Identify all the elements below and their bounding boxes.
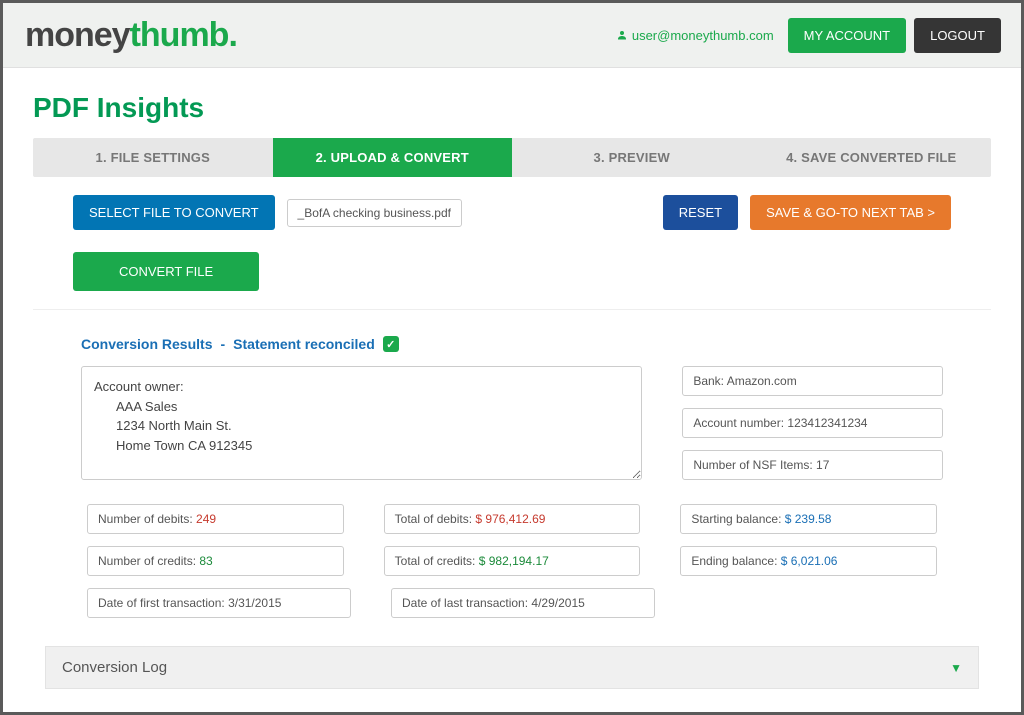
chevron-down-icon: ▼ <box>950 661 962 675</box>
save-next-button[interactable]: SAVE & GO-TO NEXT TAB > <box>750 195 951 230</box>
conversion-results: Conversion Results - Statement reconcile… <box>33 310 991 618</box>
logo-dot: . <box>228 16 236 54</box>
tab-preview[interactable]: 3. PREVIEW <box>512 138 752 177</box>
page-title: PDF Insights <box>33 92 991 124</box>
credits-n-value: 83 <box>199 554 212 568</box>
debits-n-label: Number of debits: <box>98 512 196 526</box>
credits-n-label: Number of credits: <box>98 554 199 568</box>
topbar: moneythumb. user@moneythumb.com MY ACCOU… <box>3 3 1021 68</box>
start-bal-label: Starting balance: <box>691 512 784 526</box>
conversion-log-toggle[interactable]: Conversion Log ▼ <box>45 646 979 689</box>
debits-n-value: 249 <box>196 512 216 526</box>
selected-filename: _BofA checking business.pdf <box>287 199 462 227</box>
end-bal-value: $ 6,021.06 <box>781 554 838 568</box>
num-debits-field: Number of debits: 249 <box>87 504 344 534</box>
account-number-field: Account number: 123412341234 <box>682 408 943 438</box>
tab-file-settings[interactable]: 1. FILE SETTINGS <box>33 138 273 177</box>
results-heading-right: Statement reconciled <box>233 336 375 352</box>
bank-value: Amazon.com <box>727 374 797 388</box>
owner-street: 1234 North Main St. <box>94 416 629 436</box>
nsf-value: 17 <box>816 458 829 472</box>
num-credits-field: Number of credits: 83 <box>87 546 344 576</box>
reset-button[interactable]: RESET <box>663 195 738 230</box>
reconciled-check-icon: ✓ <box>383 336 399 352</box>
last-tx-value: 4/29/2015 <box>531 596 584 610</box>
debits-t-value: $ 976,412.69 <box>475 512 545 526</box>
ending-balance-field: Ending balance: $ 6,021.06 <box>680 546 937 576</box>
nsf-items-field: Number of NSF Items: 17 <box>682 450 943 480</box>
logo-thumb: thumb <box>130 16 229 54</box>
credits-t-value: $ 982,194.17 <box>479 554 549 568</box>
results-heading-left: Conversion Results <box>81 336 212 352</box>
first-tx-label: Date of first transaction: <box>98 596 228 610</box>
results-header: Conversion Results - Statement reconcile… <box>81 336 943 352</box>
nsf-label: Number of NSF Items: <box>693 458 816 472</box>
log-title: Conversion Log <box>62 659 167 676</box>
bank-field: Bank: Amazon.com <box>682 366 943 396</box>
acct-label: Account number: <box>693 416 787 430</box>
tab-save-converted[interactable]: 4. SAVE CONVERTED FILE <box>752 138 992 177</box>
account-owner-box: Account owner: AAA Sales 1234 North Main… <box>81 366 642 480</box>
starting-balance-field: Starting balance: $ 239.58 <box>680 504 937 534</box>
start-bal-value: $ 239.58 <box>785 512 832 526</box>
user-email[interactable]: user@moneythumb.com <box>616 28 774 43</box>
first-transaction-field: Date of first transaction: 3/31/2015 <box>87 588 351 618</box>
logo: moneythumb. <box>25 16 237 55</box>
logo-money: money <box>25 16 130 54</box>
actions-row: SELECT FILE TO CONVERT _BofA checking bu… <box>33 177 991 240</box>
owner-city: Home Town CA 912345 <box>94 436 629 456</box>
acct-value: 123412341234 <box>787 416 867 430</box>
user-email-text: user@moneythumb.com <box>632 28 774 43</box>
bank-label: Bank: <box>693 374 726 388</box>
total-credits-field: Total of credits: $ 982,194.17 <box>384 546 641 576</box>
convert-file-button[interactable]: CONVERT FILE <box>73 252 259 291</box>
credits-t-label: Total of credits: <box>395 554 479 568</box>
owner-label: Account owner: <box>94 377 629 397</box>
tab-upload-convert[interactable]: 2. UPLOAD & CONVERT <box>273 138 513 177</box>
wizard-tabs: 1. FILE SETTINGS 2. UPLOAD & CONVERT 3. … <box>33 138 991 177</box>
total-debits-field: Total of debits: $ 976,412.69 <box>384 504 641 534</box>
user-icon <box>616 29 628 41</box>
last-transaction-field: Date of last transaction: 4/29/2015 <box>391 588 655 618</box>
results-dash: - <box>220 336 225 352</box>
select-file-button[interactable]: SELECT FILE TO CONVERT <box>73 195 275 230</box>
last-tx-label: Date of last transaction: <box>402 596 531 610</box>
owner-name: AAA Sales <box>94 397 629 417</box>
my-account-button[interactable]: MY ACCOUNT <box>788 18 906 53</box>
logout-button[interactable]: LOGOUT <box>914 18 1001 53</box>
end-bal-label: Ending balance: <box>691 554 780 568</box>
debits-t-label: Total of debits: <box>395 512 476 526</box>
first-tx-value: 3/31/2015 <box>228 596 281 610</box>
